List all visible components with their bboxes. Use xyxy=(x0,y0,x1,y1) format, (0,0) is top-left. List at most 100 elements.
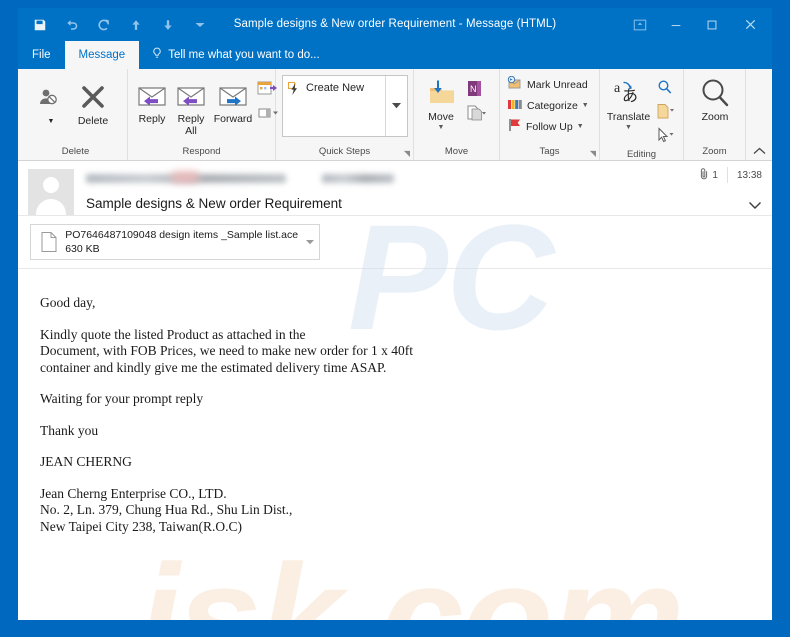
zoom-button-label: Zoom xyxy=(701,111,729,123)
ribbon-group-label-tags: Tags ◥ xyxy=(500,144,599,160)
reply-all-button[interactable]: Reply All xyxy=(171,75,211,139)
message-subject: Sample designs & New order Requirement xyxy=(86,196,342,211)
ribbon-group-label-respond: Respond xyxy=(182,146,221,157)
ribbon-group-respond: Reply Reply All Forward Respond xyxy=(128,69,278,160)
tab-message[interactable]: Message xyxy=(64,41,140,69)
ignore-person-icon xyxy=(38,79,64,115)
signature-line-2: No. 2, Ln. 379, Chung Hua Rd., Shu Lin D… xyxy=(40,502,293,517)
ribbon-group-editing: a あ Translate ▼ Editing xyxy=(600,69,684,160)
body-signature: Jean Cherng Enterprise CO., LTD. No. 2, … xyxy=(40,486,772,536)
avatar-head xyxy=(43,177,59,193)
categorize-button[interactable]: Categorize ▼ xyxy=(504,95,592,116)
reading-pane: PC isk.com Sample designs & New order Re… xyxy=(18,161,772,620)
forward-button-label: Forward xyxy=(213,113,253,125)
mark-unread-label: Mark Unread xyxy=(527,78,588,91)
quick-steps-text: Quick Steps xyxy=(318,146,371,157)
tags-dialog-launcher[interactable]: ◥ xyxy=(590,146,596,162)
ribbon-group-quick-steps: Create New Quick Steps ◥ xyxy=(276,69,414,160)
svg-text:a: a xyxy=(614,81,621,96)
ribbon: ▼ Delete Delete Reply Reply All Forward … xyxy=(18,69,772,161)
ribbon-tab-strip: File Message Tell me what you want to do… xyxy=(18,41,772,69)
chevron-up-icon[interactable] xyxy=(753,146,766,158)
attachment-indicator: 1 xyxy=(700,167,728,183)
ribbon-options-icon[interactable] xyxy=(622,10,658,40)
signature-line-3: New Taipei City 238, Taiwan(R.O.C) xyxy=(40,518,242,534)
actions-page-icon[interactable] xyxy=(463,101,489,125)
tell-me-search[interactable]: Tell me what you want to do... xyxy=(139,41,320,69)
translate-button[interactable]: a あ Translate ▼ xyxy=(605,73,652,133)
magnifier-small-icon[interactable] xyxy=(652,75,678,99)
close-icon[interactable] xyxy=(730,10,770,40)
svg-text:N: N xyxy=(470,84,477,94)
move-button[interactable]: Move ▼ xyxy=(419,73,463,133)
ignore-button[interactable]: ▼ xyxy=(32,77,70,130)
quick-step-label: Create New xyxy=(306,82,365,94)
follow-up-caret[interactable]: ▼ xyxy=(577,123,584,130)
quick-steps-dropdown[interactable] xyxy=(385,76,407,136)
reply-button[interactable]: Reply xyxy=(133,75,171,128)
quick-step-create-new[interactable]: Create New xyxy=(283,76,385,136)
categorize-icon xyxy=(507,98,523,114)
page-related-icon[interactable] xyxy=(652,99,678,123)
attachment-area: PO7646487109048 design items _Sample lis… xyxy=(18,216,772,269)
mark-unread-button[interactable]: Mark Unread xyxy=(504,74,592,95)
body-greeting: Good day, xyxy=(40,295,96,310)
lightning-icon xyxy=(288,82,301,99)
attachment-count: 1 xyxy=(712,169,718,181)
attachment-meta: PO7646487109048 design items _Sample lis… xyxy=(61,229,302,255)
attachment-chip[interactable]: PO7646487109048 design items _Sample lis… xyxy=(30,224,320,260)
paperclip-icon xyxy=(700,167,709,183)
delete-button-label: Delete xyxy=(77,115,109,127)
quick-steps-gallery[interactable]: Create New xyxy=(282,75,408,137)
tab-file[interactable]: File xyxy=(18,41,65,69)
lightbulb-icon xyxy=(151,47,163,63)
ribbon-group-delete: ▼ Delete Delete xyxy=(24,69,128,160)
translate-button-label: Translate xyxy=(606,111,651,123)
reply-button-label: Reply xyxy=(138,113,166,125)
sender-line-redacted xyxy=(86,169,762,187)
ribbon-group-tags: Mark Unread Categorize ▼ Follow Up ▼ Tag… xyxy=(500,69,600,160)
quick-steps-dialog-launcher[interactable]: ◥ xyxy=(404,146,410,162)
body-paragraph: Kindly quote the listed Product as attac… xyxy=(40,327,772,377)
follow-up-button[interactable]: Follow Up ▼ xyxy=(504,116,592,137)
body-paragraph-line-3: container and kindly give me the estimat… xyxy=(40,359,387,375)
expand-header-chevron-icon[interactable] xyxy=(748,199,762,213)
message-header-text: Sample designs & New order Requirement 1… xyxy=(74,167,762,215)
ribbon-group-move: Move ▼ N Move xyxy=(414,69,500,160)
translate-icon: a あ xyxy=(613,75,645,111)
body-paragraph-line-1: Kindly quote the listed Product as attac… xyxy=(40,326,306,342)
ribbon-group-label-move: Move xyxy=(444,146,469,157)
attachment-filename: PO7646487109048 design items _Sample lis… xyxy=(65,229,299,241)
minimize-icon[interactable] xyxy=(658,10,694,40)
translate-caret[interactable]: ▼ xyxy=(625,124,632,131)
move-dropdown-caret[interactable]: ▼ xyxy=(438,124,445,131)
zoom-button[interactable]: Zoom xyxy=(689,73,741,126)
message-time: 13:38 xyxy=(736,169,762,181)
cursor-select-icon[interactable] xyxy=(652,123,678,147)
onenote-icon[interactable]: N xyxy=(463,77,489,101)
delete-button[interactable]: Delete xyxy=(70,77,116,130)
move-button-label: Move xyxy=(428,111,454,123)
message-body: Good day, Kindly quote the listed Produc… xyxy=(18,269,772,535)
outlook-message-window: Sample designs & New order Requirement -… xyxy=(18,8,772,620)
window-controls xyxy=(622,8,770,41)
body-paragraph-line-2: Document, with FOB Prices, we need to ma… xyxy=(40,343,414,358)
ribbon-group-label-quick-steps: Quick Steps ◥ xyxy=(276,144,413,160)
categorize-caret[interactable]: ▼ xyxy=(582,102,589,109)
reply-all-button-label: Reply All xyxy=(177,113,205,137)
avatar xyxy=(28,169,74,215)
attachment-dropdown-icon[interactable] xyxy=(302,229,317,255)
reply-envelope-icon xyxy=(136,77,168,113)
maximize-icon[interactable] xyxy=(694,10,730,40)
follow-up-label: Follow Up xyxy=(526,120,573,133)
svg-text:あ: あ xyxy=(622,87,638,105)
ribbon-group-zoom: Zoom Zoom xyxy=(684,69,746,160)
attachment-filesize: 630 KB xyxy=(65,243,100,255)
forward-button[interactable]: Forward xyxy=(211,75,255,128)
message-header: Sample designs & New order Requirement 1… xyxy=(18,161,772,216)
body-waiting: Waiting for your prompt reply xyxy=(40,391,204,406)
forward-envelope-icon xyxy=(217,77,249,113)
message-meta: 1 13:38 xyxy=(700,167,762,183)
delete-x-icon xyxy=(78,79,108,115)
flag-icon xyxy=(507,118,522,135)
